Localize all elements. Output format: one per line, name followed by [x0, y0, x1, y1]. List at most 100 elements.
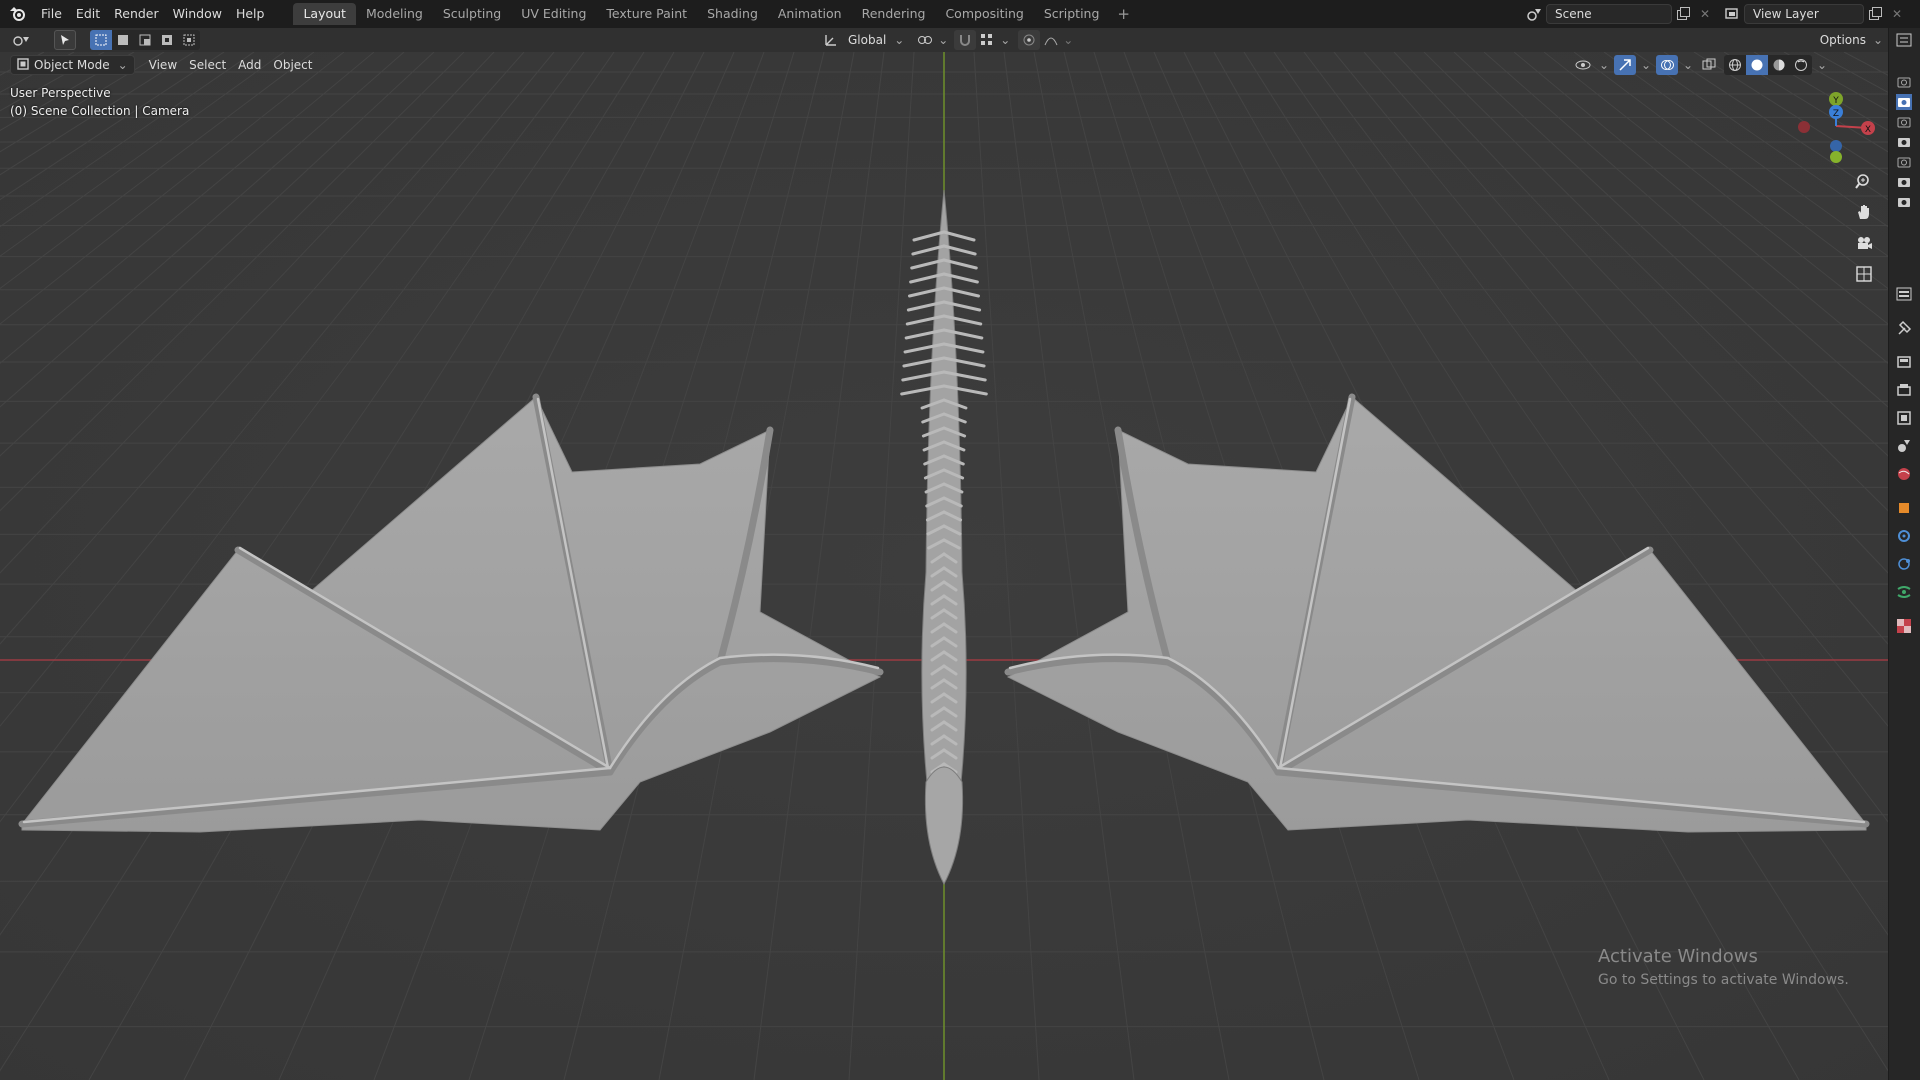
menu-file[interactable]: File [34, 3, 69, 25]
watermark-title: Activate Windows [1598, 946, 1758, 967]
tab-modeling[interactable]: Modeling [356, 3, 433, 25]
camera-icon-3[interactable] [1896, 134, 1912, 150]
menu-window[interactable]: Window [166, 3, 229, 25]
overlays-toggle-icon[interactable] [1656, 55, 1678, 75]
shading-chevron-icon[interactable]: ⌄ [1816, 55, 1828, 75]
camera-view-icon[interactable] [1852, 232, 1876, 254]
3d-viewport[interactable] [0, 52, 1888, 1080]
editor-type-icon[interactable] [8, 30, 38, 50]
snap-chevron-icon[interactable]: ⌄ [998, 30, 1012, 50]
output-properties-icon[interactable] [1896, 382, 1912, 398]
visibility-chevron-icon[interactable]: ⌄ [1598, 55, 1610, 75]
select-tool-icon[interactable] [54, 30, 76, 50]
outliner-toggle-icon[interactable] [1896, 32, 1912, 48]
view-layer-name-field[interactable]: View Layer [1744, 4, 1864, 24]
visibility-icon[interactable] [1572, 55, 1594, 75]
select-menu[interactable]: Select [183, 55, 232, 75]
transform-controls: Global ⌄ ⌄ ⌄ ⌄ [820, 30, 1074, 50]
camera-icon[interactable] [1896, 74, 1912, 90]
select-subtract-icon[interactable] [134, 30, 156, 50]
camera-icon-4[interactable] [1896, 154, 1912, 170]
select-invert-icon[interactable] [156, 30, 178, 50]
pivot-chevron-icon[interactable]: ⌄ [936, 30, 950, 50]
camera-icon-2[interactable] [1896, 114, 1912, 130]
collection-label: (0) Scene Collection | Camera [10, 104, 190, 118]
menu-help[interactable]: Help [229, 3, 272, 25]
world-properties-icon[interactable] [1896, 466, 1912, 482]
camera-icon-6[interactable] [1896, 194, 1912, 210]
chevron-down-icon[interactable]: ⌄ [892, 30, 906, 50]
object-menu[interactable]: Object [267, 55, 318, 75]
tab-texture-paint[interactable]: Texture Paint [596, 3, 697, 25]
scene-name-field[interactable]: Scene [1546, 4, 1672, 24]
options-dropdown[interactable]: Options [1814, 30, 1872, 50]
tab-animation[interactable]: Animation [768, 3, 852, 25]
object-mode-dropdown[interactable]: Object Mode ⌄ [10, 55, 135, 75]
xray-toggle-icon[interactable] [1698, 55, 1720, 75]
proportional-edit-icon[interactable] [1018, 30, 1041, 50]
scene-properties-icon[interactable] [1896, 438, 1912, 454]
camera-icon-5[interactable] [1896, 174, 1912, 190]
gizmo-toggle-icon[interactable] [1614, 55, 1636, 75]
tool-properties-icon[interactable] [1896, 320, 1912, 336]
tab-scripting[interactable]: Scripting [1034, 3, 1110, 25]
select-extend-icon[interactable] [112, 30, 134, 50]
delete-scene-icon[interactable]: ✕ [1694, 4, 1716, 24]
snap-target-icon[interactable] [976, 30, 998, 50]
snap-toggle-icon[interactable] [954, 30, 977, 50]
select-intersect-icon[interactable] [178, 30, 200, 50]
transform-orientation-dropdown[interactable]: Global [842, 30, 892, 50]
wireframe-shading-icon[interactable] [1724, 55, 1746, 75]
menu-edit[interactable]: Edit [69, 3, 107, 25]
scene-icon[interactable] [1524, 4, 1546, 24]
tab-compositing[interactable]: Compositing [935, 3, 1033, 25]
tab-sculpting[interactable]: Sculpting [433, 3, 511, 25]
view-layer-selector: View Layer ✕ [1722, 3, 1908, 25]
delete-view-layer-icon[interactable]: ✕ [1886, 4, 1908, 24]
add-menu[interactable]: Add [232, 55, 267, 75]
watermark-subtitle: Go to Settings to activate Windows. [1598, 972, 1849, 988]
viewport-display-controls: ⌄ ⌄ ⌄ ⌄ [1572, 55, 1828, 75]
overlays-chevron-icon[interactable]: ⌄ [1682, 55, 1694, 75]
material-shading-icon[interactable] [1768, 55, 1790, 75]
new-scene-icon[interactable] [1672, 4, 1694, 24]
render-properties-icon[interactable] [1896, 354, 1912, 370]
shading-mode-group [1724, 55, 1812, 75]
options-chevron-icon[interactable]: ⌄ [1872, 30, 1884, 50]
falloff-chevron-icon[interactable]: ⌄ [1062, 30, 1074, 50]
modifier-properties-icon[interactable] [1896, 528, 1912, 544]
object-properties-icon[interactable] [1896, 500, 1912, 516]
pivot-point-icon[interactable] [914, 30, 936, 50]
view-menu[interactable]: View [143, 55, 183, 75]
object-mode-label: Object Mode [34, 58, 110, 72]
constraint-properties-icon[interactable] [1896, 584, 1912, 600]
camera-active-icon[interactable] [1896, 94, 1912, 110]
ortho-grid-icon[interactable] [1852, 263, 1876, 285]
solid-shading-icon[interactable] [1746, 55, 1768, 75]
selection-mode-group [90, 30, 200, 50]
viewport-nav-buttons [1852, 170, 1876, 285]
tab-shading[interactable]: Shading [697, 3, 768, 25]
view-layer-icon[interactable] [1722, 4, 1744, 24]
tab-rendering[interactable]: Rendering [852, 3, 936, 25]
view-layer-properties-icon[interactable] [1896, 410, 1912, 426]
viewport-header: Object Mode ⌄ View Select Add Object ⌄ ⌄… [0, 52, 1888, 78]
falloff-icon[interactable] [1040, 30, 1062, 50]
gizmo-chevron-icon[interactable]: ⌄ [1640, 55, 1652, 75]
menu-render[interactable]: Render [107, 3, 166, 25]
rendered-shading-icon[interactable] [1790, 55, 1812, 75]
select-new-icon[interactable] [90, 30, 112, 50]
new-view-layer-icon[interactable] [1864, 4, 1886, 24]
properties-toggle-icon[interactable] [1896, 286, 1912, 302]
pan-hand-icon[interactable] [1852, 201, 1876, 223]
texture-properties-icon[interactable] [1896, 618, 1912, 634]
tab-layout[interactable]: Layout [293, 3, 356, 25]
object-mode-icon [17, 57, 29, 73]
zoom-icon[interactable] [1852, 170, 1876, 192]
blender-logo-icon[interactable] [4, 0, 32, 28]
workspace-tabs: Layout Modeling Sculpting UV Editing Tex… [293, 0, 1138, 28]
physics-properties-icon[interactable] [1896, 556, 1912, 572]
add-workspace-button[interactable]: + [1109, 3, 1138, 25]
tab-uv-editing[interactable]: UV Editing [511, 3, 596, 25]
navigation-gizmo[interactable]: Y Z X [1786, 86, 1880, 172]
